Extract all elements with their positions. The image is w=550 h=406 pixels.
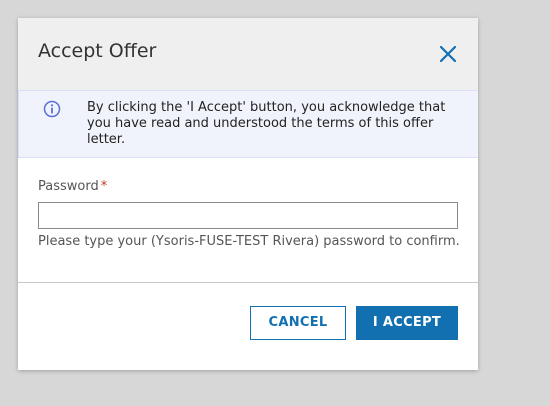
password-hint: Please type your (Ysoris-FUSE-TEST River… — [38, 234, 460, 249]
dialog-header: Accept Offer — [18, 18, 478, 90]
footer-divider — [18, 282, 478, 283]
accept-button[interactable]: I ACCEPT — [356, 306, 458, 340]
password-input[interactable] — [38, 202, 458, 229]
accept-offer-dialog: Accept Offer By clicking the 'I Accept' … — [18, 18, 478, 370]
required-indicator: * — [100, 179, 108, 194]
info-icon — [43, 100, 61, 118]
info-message: By clicking the 'I Accept' button, you a… — [87, 100, 446, 147]
dialog-title: Accept Offer — [38, 40, 157, 62]
info-banner: By clicking the 'I Accept' button, you a… — [18, 90, 478, 158]
close-icon — [439, 45, 457, 63]
cancel-button[interactable]: CANCEL — [250, 306, 346, 340]
close-button[interactable] — [436, 42, 460, 66]
password-label: Password * — [38, 179, 108, 194]
